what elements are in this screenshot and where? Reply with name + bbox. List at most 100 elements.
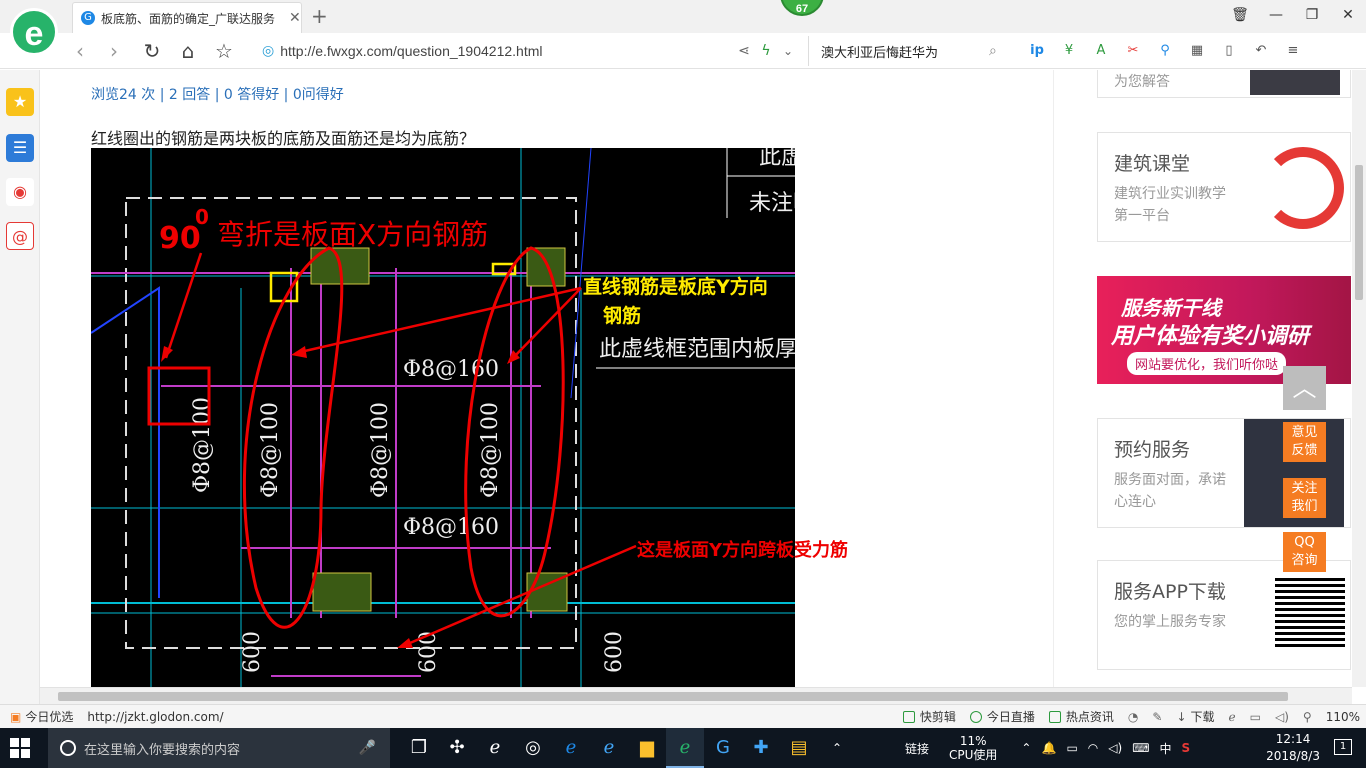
address-bar[interactable]: ◎ http://e.fwxgx.com/question_1904212.ht… [262,36,802,66]
today-picks[interactable]: ▣ 今日优选 [10,708,73,725]
skin-icon[interactable]: 🗑 [1222,0,1258,30]
status-item-news[interactable]: 热点资讯 [1048,708,1114,725]
apps-grid-icon[interactable]: ▦ [1185,39,1209,63]
bell-icon[interactable]: 🔔 [1041,741,1056,755]
back-arrow-icon[interactable]: ‹ [66,37,94,65]
zoom-icon[interactable]: ⚲ [1303,710,1312,724]
card-top[interactable]: 为您解答 [1097,70,1351,98]
mobile-icon[interactable]: ▯ [1217,39,1241,63]
card3-title: 服务APP下载 [1114,581,1226,603]
reading-list-icon[interactable]: ☰ [6,134,34,162]
g-app-icon[interactable]: G [704,728,742,768]
translate-icon[interactable]: A [1089,39,1113,63]
maximize-button[interactable]: ❐ [1294,0,1330,30]
new-tab-button[interactable]: + [311,4,328,28]
cad-note-top-right-1: 此虚线 [759,148,795,170]
refresh-icon[interactable]: ↻ [138,37,166,65]
card1-subtitle: 建筑行业实训教学第一平台 [1114,186,1226,224]
chrome-like-icon[interactable]: ◎ [514,728,552,768]
close-tab-icon[interactable]: ✕ [289,10,301,26]
browser-logo[interactable]: e [10,8,58,56]
battery-icon[interactable]: ▭ [1066,741,1077,755]
scissors-icon[interactable]: ✂ [1121,39,1145,63]
fullscreen-icon[interactable]: ▭ [1250,710,1261,724]
close-window-button[interactable]: ✕ [1330,0,1366,30]
clock[interactable]: 12:14 2018/8/3 [1266,731,1320,765]
fan-app-icon[interactable]: ✣ [438,728,476,768]
status-bar: ▣ 今日优选 http://jzkt.glodon.com/ 快剪辑 今日直播 … [0,704,1366,728]
plus-app-icon[interactable]: ✚ [742,728,780,768]
weibo-icon[interactable]: ◉ [6,178,34,206]
menu-icon[interactable]: ≡ [1281,39,1305,63]
minimize-button[interactable]: — [1258,0,1294,30]
cad-bend-label: 弯折是板面X方向钢筋 [217,218,488,251]
mail-icon[interactable]: @ [6,222,34,250]
keyboard-icon[interactable]: ⌨ [1132,741,1149,755]
follow-us-button[interactable]: 关注 我们 [1283,478,1326,518]
card1-title: 建筑课堂 [1114,153,1191,175]
favorites-icon[interactable]: ★ [6,88,34,116]
shield-icon[interactable]: ¥ [1057,39,1081,63]
sound-icon[interactable]: ◁) [1275,710,1289,724]
ie-icon[interactable]: ℯ [476,728,514,768]
search-box[interactable]: 澳大利亚后悔赶华为 ⌕ [808,36,1008,66]
chevron-down-icon[interactable]: ⌄ [774,37,802,65]
news-icon [1048,710,1061,723]
question-text: 红线圈出的钢筋是两块板的底筋及面筋还是均为底筋？ [91,129,476,148]
links-label[interactable]: 链接 [905,740,929,757]
tools-icon[interactable]: ✎ [1152,710,1162,724]
system-tray: 链接 11% CPU使用 ⌃ 🔔 ▭ ◠ ◁) ⌨ 中 S [905,728,1190,768]
cad-rebar-100-c: Φ8@100 [368,402,393,498]
volume-icon[interactable]: ◁) [1108,741,1122,755]
status-item-live[interactable]: 今日直播 [969,708,1035,725]
home-icon[interactable]: ⌂ [174,37,202,65]
speed-icon[interactable]: ◔ [1128,710,1138,724]
ip-extension-icon[interactable]: ip [1025,39,1049,63]
taskbar-search-placeholder: 在这里输入你要搜索的内容 [84,742,241,758]
task-view-icon[interactable]: ❐ [400,728,438,768]
taskbar-search[interactable]: 在这里输入你要搜索的内容 🎤 [48,728,390,768]
undo-icon[interactable]: ↶ [1249,39,1273,63]
internet-explorer-icon[interactable]: ℯ [590,728,628,768]
card-jianzhu-ketang[interactable]: 建筑课堂 建筑行业实训教学第一平台 [1097,132,1351,242]
magnifier-icon[interactable]: ⚲ [1153,39,1177,63]
windows-start-icon[interactable] [10,738,30,758]
ie-mode-icon[interactable]: ℯ [1229,710,1236,724]
notification-center-icon[interactable]: 1 [1334,739,1352,755]
notification-badge[interactable]: 67 [780,0,824,16]
star-icon[interactable]: ☆ [210,37,238,65]
qq-consult-button[interactable]: QQ 咨询 [1283,532,1326,572]
tray-expand-icon[interactable]: ⌃ [1021,741,1031,755]
search-input[interactable]: 澳大利亚后悔赶华为 [821,42,981,61]
forward-arrow-icon[interactable]: › [100,37,128,65]
zoom-level[interactable]: 110% [1326,710,1360,724]
edge-icon[interactable]: ℯ [552,728,590,768]
status-url: http://jzkt.glodon.com/ [87,709,224,724]
search-icon[interactable]: ⌕ [989,43,997,59]
back-to-top-button[interactable]: ︿ [1283,366,1326,410]
tab-active[interactable]: G 板底筋、面筋的确定_广联达服务 ✕ [72,2,302,33]
cpu-usage[interactable]: 11% CPU使用 [949,734,997,762]
extension-icons: ip ¥ A ✂ ⚲ ▦ ▯ ↶ ≡ [1025,39,1305,63]
horizontal-scrollbar[interactable] [40,687,1352,704]
browser-360-icon[interactable]: ℯ [666,728,704,768]
horizontal-scroll-thumb[interactable] [58,692,1288,701]
microphone-icon[interactable]: 🎤 [359,740,376,756]
windows-taskbar: 在这里输入你要搜索的内容 🎤 ❐ ✣ ℯ ◎ ℯ ℯ ▆ ℯ G ✚ ▤ ⌃ 链… [0,728,1366,768]
site-favicon-icon: G [81,11,95,25]
notes-icon[interactable]: ▤ [780,728,818,768]
status-item-kuaijianji[interactable]: 快剪辑 [902,708,956,725]
cortana-icon [60,740,76,756]
file-explorer-icon[interactable]: ▆ [628,728,666,768]
wifi-icon[interactable]: ◠ [1088,741,1098,755]
feedback-button[interactable]: 意见 反馈 [1283,422,1326,462]
cad-straight-label-1: 直线钢筋是板底Y方向 [583,275,768,298]
taskbar-scroll-icon[interactable]: ⌃ [818,728,856,768]
status-item-download[interactable]: ↓ 下载 [1176,708,1214,725]
vertical-scroll-thumb[interactable] [1355,165,1363,300]
question-stats[interactable]: 浏览24 次 | 2 回答 | 0 答得好 | 0问得好 [91,84,344,104]
sogou-icon[interactable]: S [1182,741,1191,755]
vertical-scrollbar[interactable] [1352,70,1366,687]
ime-indicator[interactable]: 中 [1160,740,1172,757]
card-app-download[interactable]: 服务APP下载 您的掌上服务专家 [1097,560,1351,670]
